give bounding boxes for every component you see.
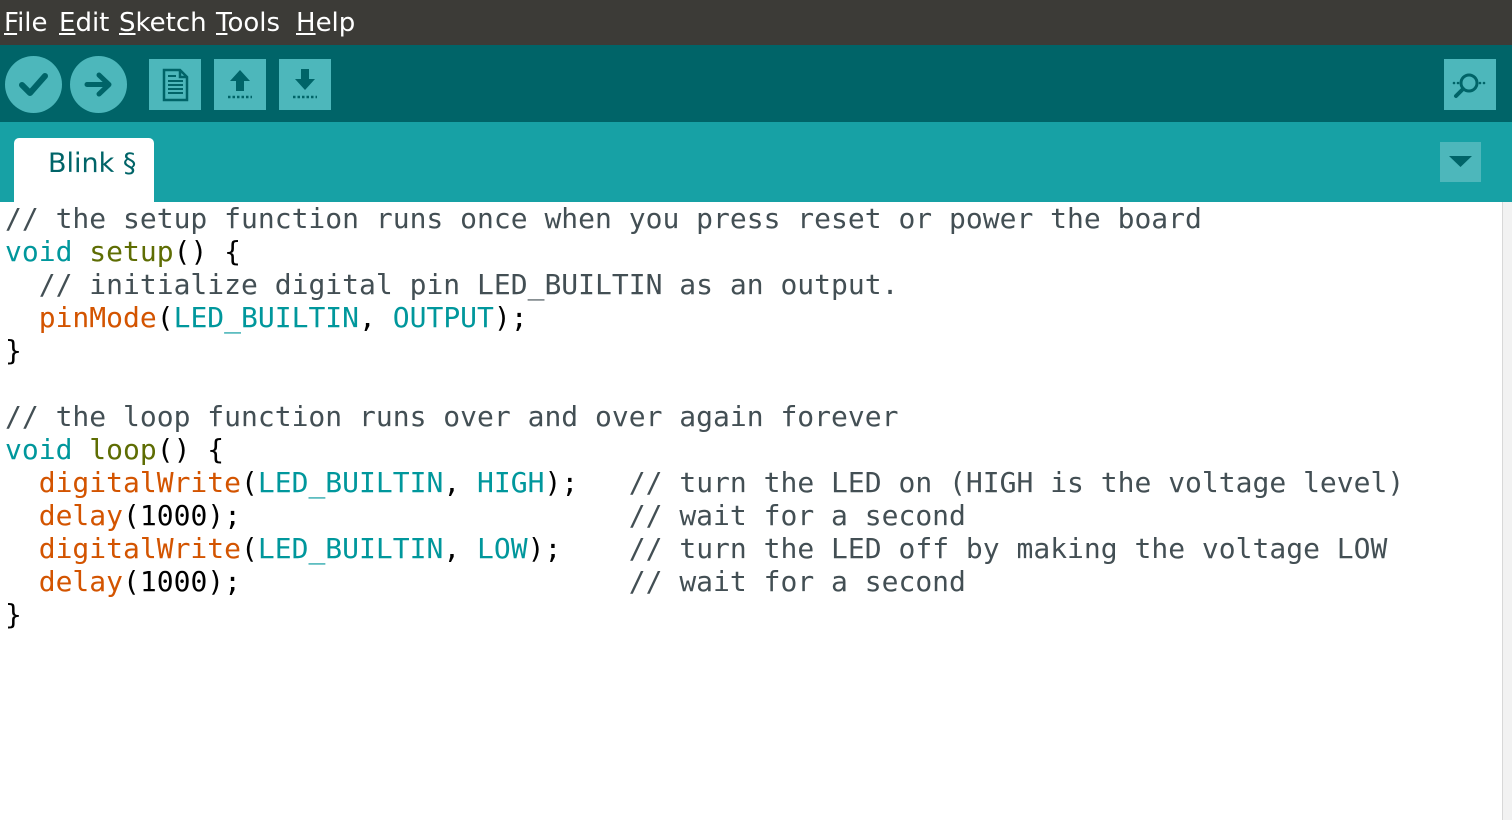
code-text: (1000); — [123, 499, 629, 532]
upload-arrow-icon — [228, 70, 252, 99]
code-text: ); — [544, 466, 629, 499]
code-line: } — [5, 598, 22, 631]
code-constant: LED_BUILTIN — [257, 532, 444, 565]
code-line: digitalWrite(LED_BUILTIN, LOW); // turn … — [5, 532, 1388, 565]
menu-tools-mnemonic: T — [216, 8, 228, 38]
code-text: ); — [527, 532, 629, 565]
code-comment: // wait for a second — [628, 565, 966, 598]
code-line: // initialize digital pin LED_BUILTIN as… — [5, 268, 899, 301]
menu-file-mnemonic: F — [4, 8, 18, 38]
code-line: void setup() { — [5, 235, 241, 268]
code-comment: // initialize digital pin LED_BUILTIN as… — [38, 268, 899, 301]
code-text: ( — [156, 301, 174, 334]
upload-button[interactable] — [70, 56, 127, 113]
menu-help-mnemonic: H — [296, 8, 316, 38]
code-core-function: pinMode — [38, 301, 157, 334]
tab-menu-button[interactable] — [1440, 142, 1481, 182]
menu-file-label: ile — [17, 8, 48, 38]
menu-tools[interactable]: Tools — [216, 8, 280, 38]
menu-edit-label: dit — [75, 8, 110, 38]
tab-blink[interactable]: Blink § — [14, 138, 154, 202]
checkmark-icon — [19, 73, 48, 96]
code-comment: // turn the LED off by making the voltag… — [628, 532, 1388, 565]
menu-edit-mnemonic: E — [59, 8, 76, 38]
code-text: () { — [156, 433, 225, 466]
code-line: } — [5, 334, 22, 367]
code-comment: // turn the LED on (HIGH is the voltage … — [628, 466, 1405, 499]
code-comment: // wait for a second — [628, 499, 966, 532]
code-line: // the setup function runs once when you… — [5, 202, 1202, 235]
code-text: } — [5, 334, 22, 367]
serial-monitor-button[interactable] — [1444, 59, 1496, 110]
code-text: ); — [493, 301, 528, 334]
code-constant: HIGH — [477, 466, 545, 499]
code-function-name: loop — [89, 433, 157, 466]
serial-monitor-magnifier-icon — [1452, 73, 1486, 98]
code-constant: LED_BUILTIN — [257, 466, 444, 499]
code-line: void loop() { — [5, 433, 224, 466]
menu-edit[interactable]: Edit — [59, 8, 109, 38]
code-line: pinMode(LED_BUILTIN, OUTPUT); — [5, 301, 528, 334]
code-comment: // the setup function runs once when you… — [5, 202, 1202, 235]
download-arrow-icon — [293, 69, 317, 99]
menu-bar: File Edit Sketch Tools Help — [0, 0, 1512, 45]
menu-sketch-label: ketch — [135, 8, 207, 38]
code-constant: LED_BUILTIN — [173, 301, 360, 334]
code-constant: OUTPUT — [392, 301, 494, 334]
code-text: ( — [241, 532, 258, 565]
code-text: , — [443, 532, 478, 565]
editor-vertical-scrollbar[interactable] — [1502, 202, 1512, 820]
code-keyword: void — [5, 235, 73, 268]
code-text: ( — [241, 466, 258, 499]
code-line: delay(1000); // wait for a second — [5, 499, 966, 532]
code-core-function: delay — [38, 565, 124, 598]
arrow-right-icon — [84, 72, 112, 97]
triangle-down-icon — [1449, 156, 1472, 167]
code-constant: LOW — [477, 532, 528, 565]
menu-tools-label: ools — [227, 8, 281, 38]
tab-label: Blink § — [48, 148, 137, 179]
code-line: // the loop function runs over and over … — [5, 400, 898, 433]
menu-sketch[interactable]: Sketch — [119, 8, 207, 38]
code-function-name: setup — [89, 235, 174, 268]
code-text: , — [443, 466, 478, 499]
open-sketch-button[interactable] — [214, 59, 266, 110]
new-sketch-button[interactable] — [149, 59, 201, 110]
code-line: delay(1000); // wait for a second — [5, 565, 966, 598]
code-core-function: delay — [38, 499, 124, 532]
code-editor[interactable]: // the setup function runs once when you… — [0, 202, 1502, 820]
verify-button[interactable] — [5, 56, 62, 113]
code-text: (1000); — [123, 565, 629, 598]
menu-file[interactable]: File — [4, 8, 48, 38]
code-line: digitalWrite(LED_BUILTIN, HIGH); // turn… — [5, 466, 1405, 499]
tab-bar — [0, 122, 1512, 202]
save-sketch-button[interactable] — [279, 59, 331, 110]
menu-help-label: elp — [315, 8, 356, 38]
new-file-icon — [162, 68, 189, 102]
menu-help[interactable]: Help — [296, 8, 355, 38]
code-text: } — [5, 598, 22, 631]
code-core-function: digitalWrite — [38, 532, 242, 565]
code-text: , — [359, 301, 393, 334]
code-keyword: void — [5, 433, 73, 466]
code-comment: // the loop function runs over and over … — [5, 400, 899, 433]
code-core-function: digitalWrite — [38, 466, 242, 499]
menu-sketch-mnemonic: S — [119, 8, 136, 38]
code-text: () { — [173, 235, 242, 268]
